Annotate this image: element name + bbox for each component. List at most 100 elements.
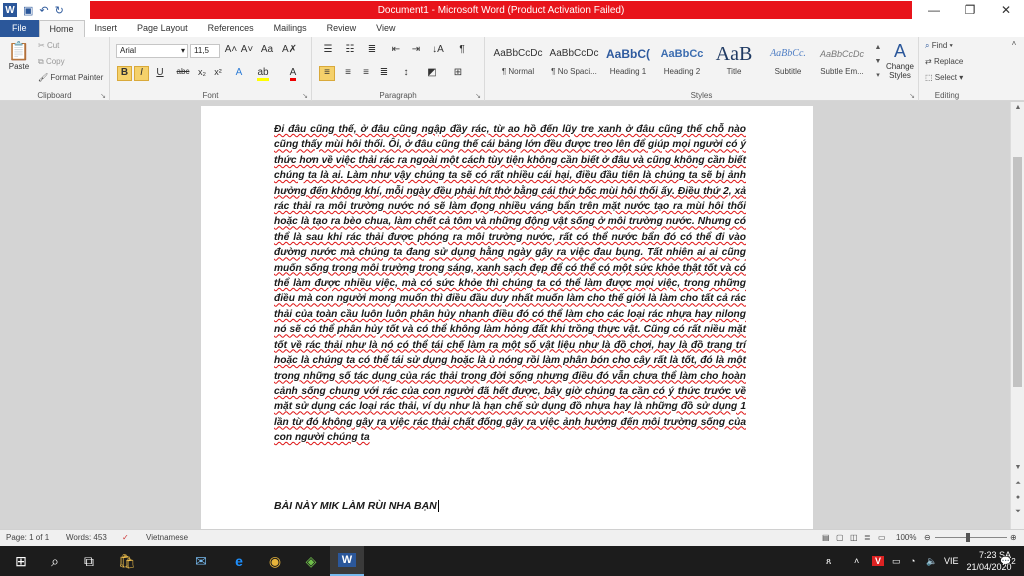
- format-painter-button[interactable]: 🖌 Format Painter: [38, 73, 103, 82]
- tab-mailings[interactable]: Mailings: [264, 20, 317, 37]
- proofing-icon[interactable]: ✓: [122, 533, 129, 542]
- scroll-up-icon[interactable]: ▲: [1011, 104, 1024, 111]
- outline-icon[interactable]: ≣: [864, 533, 871, 542]
- multilevel-list-icon[interactable]: ≣: [364, 44, 380, 55]
- mail-icon[interactable]: ✉: [184, 546, 218, 576]
- underline-button[interactable]: U: [154, 67, 166, 78]
- cut-button[interactable]: ✂ Cut: [38, 41, 59, 50]
- coccoc-icon[interactable]: ◈: [294, 546, 328, 576]
- superscript-button[interactable]: x²: [212, 67, 224, 77]
- align-left-button[interactable]: ≡: [319, 66, 335, 81]
- zoom-in-icon[interactable]: ⊕: [1010, 533, 1017, 542]
- restore-button[interactable]: ❐: [952, 0, 988, 20]
- next-page-icon[interactable]: ⏷: [1011, 508, 1024, 516]
- tab-insert[interactable]: Insert: [85, 20, 128, 37]
- web-layout-icon[interactable]: ◫: [850, 533, 858, 542]
- chrome-icon[interactable]: ◉: [258, 546, 292, 576]
- style-subtitle[interactable]: AaBbCc. Subtitle: [761, 41, 815, 85]
- notification-center[interactable]: 💬 2: [1000, 546, 1016, 576]
- draft-icon[interactable]: ▭: [878, 533, 886, 542]
- paste-button[interactable]: 📋 Paste: [6, 41, 32, 81]
- borders-icon[interactable]: ⊞: [450, 67, 466, 78]
- change-case-icon[interactable]: Aa: [260, 44, 274, 55]
- paragraph-launcher-icon[interactable]: ↘: [475, 92, 481, 100]
- style-subtle-emphasis[interactable]: AaBbCcDc Subtle Em...: [815, 41, 869, 85]
- document-closing-line[interactable]: BÀI NÀY MIK LÀM RÙI NHA BẠN: [274, 500, 746, 513]
- show-formatting-icon[interactable]: ¶: [454, 44, 470, 55]
- bold-button[interactable]: B: [117, 66, 132, 81]
- zoom-out-icon[interactable]: ⊖: [924, 533, 931, 542]
- print-layout-icon[interactable]: ▤: [822, 533, 830, 542]
- previous-page-icon[interactable]: ⏶: [1011, 480, 1024, 488]
- font-name-box[interactable]: Arial ▾: [116, 44, 188, 58]
- grow-font-icon[interactable]: A˄: [224, 44, 238, 55]
- word-taskbar-icon[interactable]: W: [330, 546, 364, 576]
- zoom-level[interactable]: 100%: [896, 533, 916, 542]
- clock[interactable]: 7:23 SA 21/04/2020: [944, 549, 1011, 573]
- italic-button[interactable]: I: [134, 66, 149, 81]
- full-screen-icon[interactable]: ▢: [836, 533, 844, 542]
- people-icon[interactable]: ጸ: [826, 546, 831, 576]
- volume-icon[interactable]: 🔈: [926, 546, 937, 576]
- word-app-icon[interactable]: W: [3, 3, 17, 17]
- start-windows-icon[interactable]: ⊞: [4, 546, 38, 576]
- browse-object-icon[interactable]: ●: [1011, 494, 1024, 501]
- subscript-button[interactable]: x₂: [196, 67, 208, 77]
- clipboard-launcher-icon[interactable]: ↘: [100, 92, 106, 100]
- font-color-icon[interactable]: A: [286, 67, 300, 81]
- increase-indent-icon[interactable]: ⇥: [408, 44, 424, 55]
- document-paragraph[interactable]: Đi đâu cũng thế, ở đâu cũng ngập đầy rác…: [274, 122, 746, 446]
- change-styles-button[interactable]: A Change Styles: [885, 41, 915, 80]
- edge-icon[interactable]: e: [222, 546, 256, 576]
- search-icon[interactable]: ⌕: [38, 546, 72, 576]
- style-heading-2[interactable]: AaBbCc Heading 2: [655, 41, 709, 85]
- redo-icon[interactable]: ↻: [55, 4, 64, 17]
- wifi-icon[interactable]: ◔: [910, 546, 915, 576]
- clear-formatting-icon[interactable]: A✗: [282, 44, 297, 55]
- task-view-icon[interactable]: ⧉: [72, 546, 106, 576]
- document-page[interactable]: Đi đâu cũng thế, ở đâu cũng ngập đầy rác…: [201, 106, 813, 529]
- style-no-spacing[interactable]: AaBbCcDc ¶ No Spaci...: [547, 41, 601, 85]
- close-button[interactable]: ✕: [988, 0, 1024, 20]
- numbering-icon[interactable]: ☷: [342, 44, 358, 55]
- scroll-down-icon[interactable]: ▼: [1011, 464, 1024, 471]
- copy-button[interactable]: ⧉ Copy: [38, 57, 65, 67]
- minimize-button[interactable]: —: [916, 0, 952, 20]
- vertical-scrollbar[interactable]: ▲ ▼ ⏶ ● ⏷: [1010, 102, 1024, 529]
- decrease-indent-icon[interactable]: ⇤: [388, 44, 404, 55]
- font-size-box[interactable]: 11,5: [190, 44, 220, 58]
- zoom-slider-track[interactable]: [935, 537, 1007, 538]
- undo-icon[interactable]: ↶: [39, 4, 48, 17]
- highlight-icon[interactable]: ab: [256, 67, 270, 81]
- select-button[interactable]: ⬚ Select ▾: [925, 73, 963, 82]
- tab-page-layout[interactable]: Page Layout: [127, 20, 198, 37]
- tab-file[interactable]: File: [0, 20, 39, 37]
- justify-button[interactable]: ≣: [376, 67, 392, 78]
- tab-view[interactable]: View: [366, 20, 405, 37]
- zoom-slider-thumb[interactable]: [966, 533, 970, 542]
- style-heading-1[interactable]: AaBbC( Heading 1: [601, 41, 655, 85]
- scroll-thumb[interactable]: [1013, 157, 1022, 387]
- replace-button[interactable]: ⇄ Replace: [925, 57, 963, 66]
- styles-scroll-icon[interactable]: ▲ ▼ ▾: [873, 41, 883, 83]
- text-effects-icon[interactable]: A: [232, 67, 246, 78]
- collapse-ribbon-icon[interactable]: ˄: [1008, 39, 1020, 48]
- find-button[interactable]: ⌕ Find ▾: [925, 41, 953, 51]
- sort-icon[interactable]: ↓A: [430, 44, 446, 55]
- unikey-icon[interactable]: V: [872, 546, 885, 576]
- shrink-font-icon[interactable]: A˅: [240, 44, 254, 55]
- align-right-button[interactable]: ≡: [358, 67, 374, 78]
- tab-home[interactable]: Home: [38, 20, 85, 37]
- save-icon[interactable]: ▣: [23, 4, 33, 17]
- font-launcher-icon[interactable]: ↘: [302, 92, 308, 100]
- shading-icon[interactable]: ◩: [424, 67, 440, 78]
- style-normal[interactable]: AaBbCcDc ¶ Normal: [491, 41, 545, 85]
- store-icon[interactable]: 🛍: [110, 546, 144, 576]
- language-indicator[interactable]: Vietnamese: [146, 533, 188, 542]
- bullets-icon[interactable]: ☰: [320, 44, 336, 55]
- align-center-button[interactable]: ≡: [340, 67, 356, 78]
- tab-references[interactable]: References: [198, 20, 264, 37]
- show-hidden-icon[interactable]: ˄: [854, 546, 859, 576]
- style-title[interactable]: AaB Title: [707, 41, 761, 85]
- tab-review[interactable]: Review: [317, 20, 367, 37]
